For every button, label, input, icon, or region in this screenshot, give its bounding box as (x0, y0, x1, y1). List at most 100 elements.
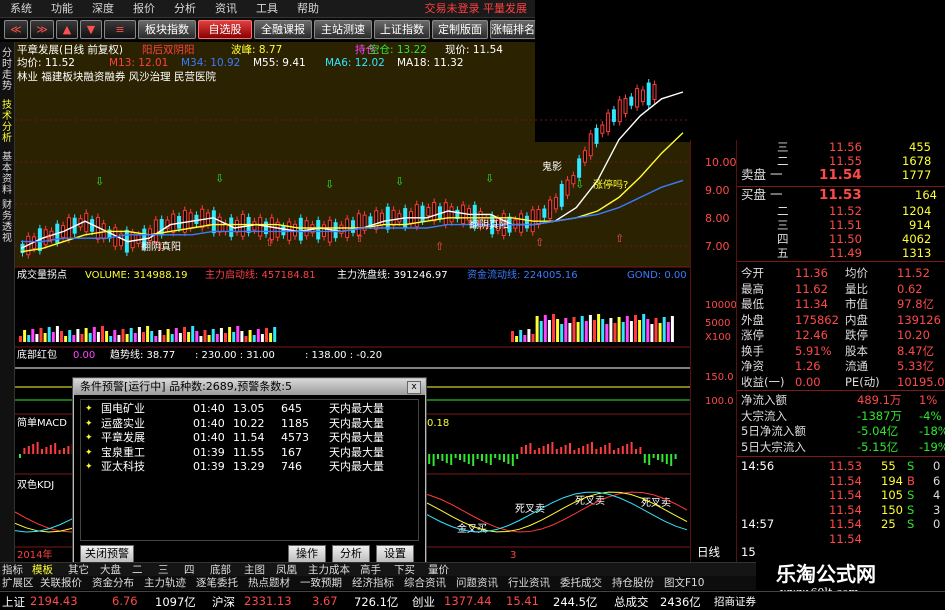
indicator-tab[interactable]: 模板 (32, 563, 53, 577)
volume-bar (174, 328, 178, 342)
tab-basic-info[interactable]: 基本资料 (0, 152, 14, 196)
extension-tab[interactable]: 委托成交 (560, 576, 602, 590)
extension-tab[interactable]: 问题资讯 (456, 576, 498, 590)
indicator-tab[interactable]: 三 (158, 563, 169, 577)
login-status[interactable]: 交易未登录 平量发展 (425, 0, 528, 17)
tab-financial[interactable]: 财务透视 (0, 200, 14, 244)
alert-row[interactable]: ✦ 平章发展 01:40 11.54 4573 天内最大量 (81, 431, 418, 445)
macd-bar (626, 444, 629, 454)
alert-row[interactable]: ✦ 亚太科技 01:39 13.29 746 天内最大量 (81, 460, 418, 474)
indicator-tab[interactable]: 量价 (428, 563, 449, 577)
menu-function[interactable]: 功能 (41, 0, 82, 17)
extension-tab[interactable]: 热点题材 (248, 576, 290, 590)
main-start-line: 主力启动线: 457184.81 (205, 268, 316, 281)
ask-3[interactable]: 三 11.56 455 (737, 140, 945, 154)
tab-timeshare[interactable]: 分时走势 (0, 48, 14, 92)
gainers-rank-button[interactable]: 涨幅排名 (490, 20, 536, 39)
candle-body (542, 208, 547, 218)
extension-tab[interactable]: 一致预期 (300, 576, 342, 590)
extension-tab[interactable]: 逐笔委托 (196, 576, 238, 590)
macd-bar (36, 442, 39, 454)
menu-icon[interactable]: ≡ (104, 20, 136, 39)
bid-3[interactable]: 三 11.51 914 (737, 218, 945, 232)
bid-1[interactable]: 买盘 一 11.53 164 (737, 188, 945, 204)
bid-5[interactable]: 五 11.49 1313 (737, 246, 945, 260)
macd-bar (19, 454, 21, 458)
extension-tab[interactable]: 持仓股份 (612, 576, 654, 590)
watchlist-button[interactable]: 自选股 (198, 20, 252, 39)
indicator-tab[interactable]: 主力成本 (308, 563, 350, 577)
menu-tools[interactable]: 工具 (246, 0, 287, 17)
settings-button[interactable]: 设置 (376, 545, 414, 563)
close-alert-button[interactable]: 关闭预警 (80, 545, 134, 563)
total-value: 2436亿 (660, 595, 701, 609)
bid-4[interactable]: 四 11.50 4062 (737, 232, 945, 246)
period-label[interactable]: 日线 (697, 545, 720, 559)
menu-analysis[interactable]: 分析 (164, 0, 205, 17)
alert-row[interactable]: ✦ 运盛实业 01:40 10.22 1185 天内最大量 (81, 417, 418, 431)
extension-tab[interactable]: 经济指标 (352, 576, 394, 590)
forward-icon[interactable]: ≫ (30, 20, 54, 39)
macd-bar (481, 454, 483, 461)
volume-bar (236, 326, 240, 342)
indicator-tab[interactable]: 高手 (360, 563, 381, 577)
indicator-tab[interactable]: 主图 (244, 563, 265, 577)
menu-quote[interactable]: 报价 (123, 0, 164, 17)
volume-bar (609, 318, 613, 342)
tick-row: 11.54 105 S 4 (829, 488, 941, 502)
macd-bar (665, 454, 668, 464)
indicator-tab[interactable]: 大盘 (100, 563, 121, 577)
down-arrow-icon[interactable]: ▼ (80, 20, 102, 39)
speed-test-button[interactable]: 主站测速 (314, 20, 372, 39)
extension-tab[interactable]: 图文F10 (664, 576, 704, 590)
indicator-tab[interactable]: 四 (184, 563, 195, 577)
indicator-tab[interactable]: 二 (132, 563, 143, 577)
tab-technical[interactable]: 技术分析 (0, 100, 14, 144)
y-label-7: 7.00 (705, 240, 730, 253)
operate-button[interactable]: 操作 (288, 545, 326, 563)
sh-index-button[interactable]: 上证指数 (374, 20, 430, 39)
x-axis-year: 2014年 (17, 548, 52, 561)
ask-2[interactable]: 二 11.55 1678 (737, 154, 945, 168)
menu-news[interactable]: 资讯 (205, 0, 246, 17)
bid-2[interactable]: 二 11.52 1204 (737, 204, 945, 218)
menu-help[interactable]: 帮助 (287, 0, 328, 17)
m34-label: M34: 10.92 (181, 57, 240, 69)
indicator-tab[interactable]: 底部 (210, 563, 231, 577)
finance-report-button[interactable]: 全融课报 (254, 20, 312, 39)
analyze-button[interactable]: 分析 (332, 545, 370, 563)
extension-tab[interactable]: 综合资讯 (404, 576, 446, 590)
extension-tab[interactable]: 主力轨迹 (144, 576, 186, 590)
alert-row[interactable]: ✦ 宝泉重工 01:39 11.55 167 天内最大量 (81, 446, 418, 460)
extension-tab[interactable]: 资金分布 (92, 576, 134, 590)
extension-tab[interactable]: 行业资讯 (508, 576, 550, 590)
up-arrow-icon[interactable]: ▲ (56, 20, 78, 39)
sell-arrow-icon: ⇩ (485, 172, 494, 185)
volume-bar (527, 329, 531, 342)
menu-depth[interactable]: 深度 (82, 0, 123, 17)
volume-bar (129, 328, 133, 342)
macd-bar (511, 454, 514, 466)
extension-tab[interactable]: 扩展区 (2, 576, 34, 590)
indicator-tab[interactable]: 指标 (2, 563, 23, 577)
indicator-tab[interactable]: 下买 (394, 563, 415, 577)
macd-bar (635, 449, 637, 454)
menu-system[interactable]: 系统 (0, 0, 41, 17)
volume-bar (576, 322, 580, 342)
indicator-tab[interactable]: 凤凰 (276, 563, 297, 577)
indicator-tab[interactable]: 其它 (68, 563, 89, 577)
close-icon[interactable]: x (407, 381, 421, 394)
volume-bar (539, 321, 543, 342)
tick-row: 11.54 150 S 3 (829, 502, 941, 517)
annotation-reversal-2: 翻阴真阳 (469, 218, 509, 231)
macd-bar (489, 454, 492, 465)
custom-layout-button[interactable]: 定制版面 (432, 20, 488, 39)
extension-tab[interactable]: 关联报价 (40, 576, 82, 590)
ask-1[interactable]: 卖盘 一 11.54 1777 (737, 168, 945, 184)
dialog-title-bar[interactable]: 条件预警[运行中] 品种数:2689,预警条数:5 x (74, 379, 425, 395)
back-icon[interactable]: ≪ (4, 20, 28, 39)
candle-body (652, 84, 657, 100)
macd-bar (529, 443, 532, 454)
alert-row[interactable]: ✦ 国电矿业 01:40 13.05 645 天内最大量 (81, 402, 418, 416)
sector-index-button[interactable]: 板块指数 (138, 20, 196, 39)
